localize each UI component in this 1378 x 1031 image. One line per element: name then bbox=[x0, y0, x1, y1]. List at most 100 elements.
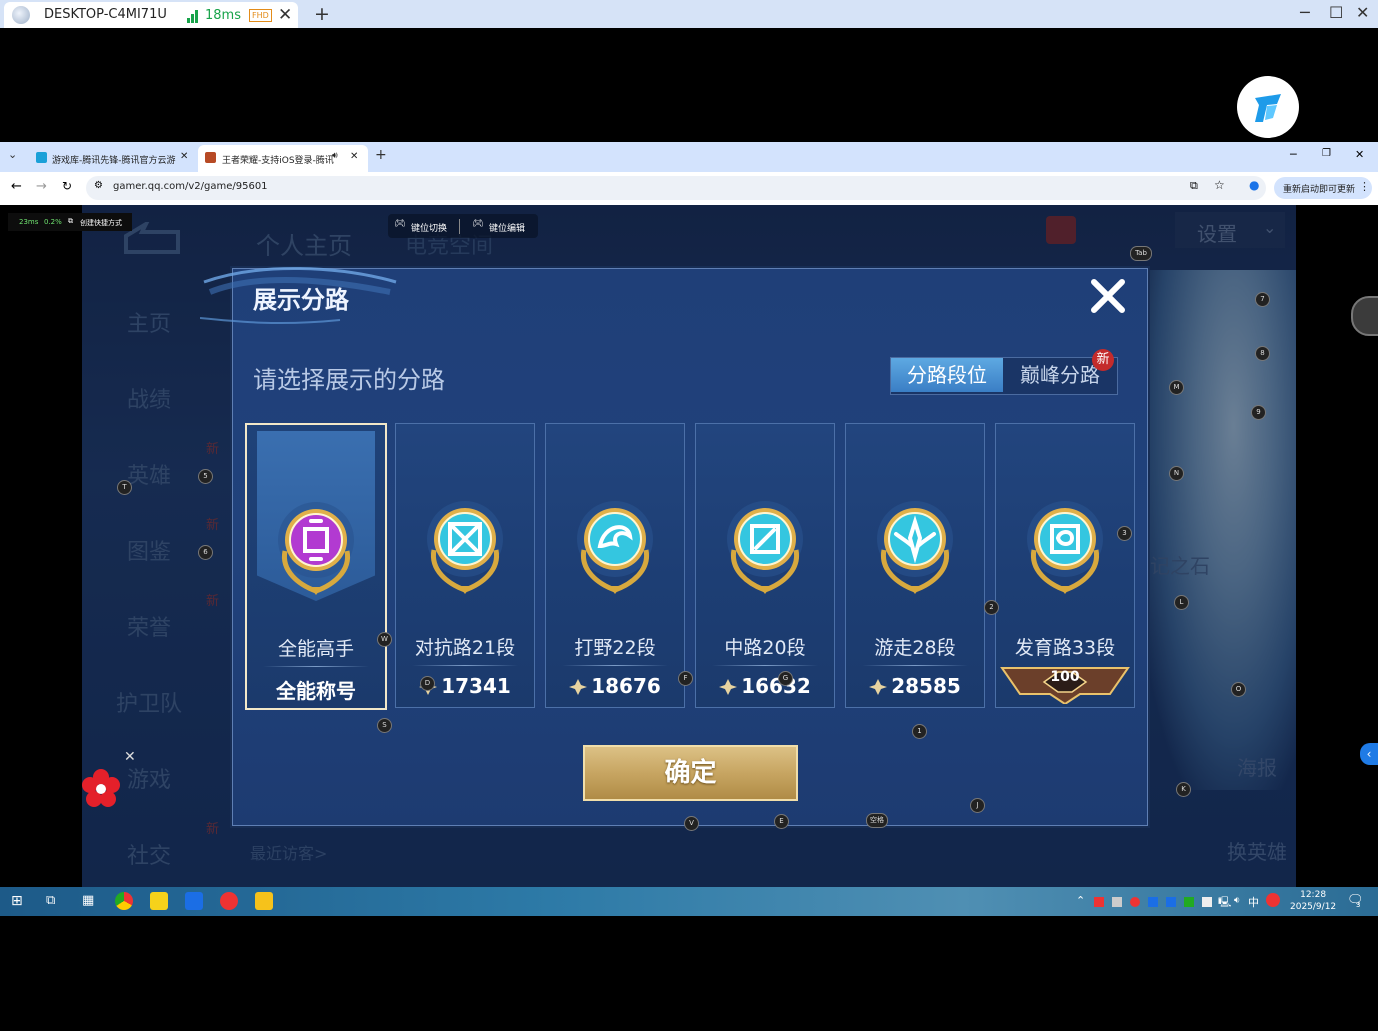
start-icon[interactable]: ⊞ bbox=[11, 893, 23, 909]
latency-label: 18ms bbox=[205, 8, 241, 23]
key-hint: L bbox=[1174, 595, 1189, 610]
keymap-edit-button[interactable]: 键位编辑 bbox=[489, 221, 525, 234]
key-hint: 1 bbox=[912, 724, 927, 739]
browser-minimize-icon[interactable]: ─ bbox=[1290, 148, 1297, 161]
key-hint: 6 bbox=[198, 545, 213, 560]
lane-score: 18676 bbox=[546, 674, 684, 698]
mid-lane-emblem-icon bbox=[727, 501, 803, 594]
close-window-icon[interactable]: ✕ bbox=[1356, 3, 1369, 22]
browser-close-icon[interactable]: ✕ bbox=[1355, 148, 1364, 161]
key-hint: S bbox=[377, 718, 392, 733]
calculator-icon[interactable]: ▦ bbox=[82, 893, 94, 908]
shortcut-icon[interactable]: ⧉ bbox=[68, 217, 73, 226]
session-icon bbox=[12, 6, 30, 24]
letterbox-bottom bbox=[0, 916, 1378, 1031]
lane-name: 打野22段 bbox=[574, 637, 656, 659]
flower-float-icon[interactable] bbox=[80, 768, 122, 810]
key-hint: M bbox=[1169, 380, 1184, 395]
lane-card[interactable]: 打野22段 18676 bbox=[545, 423, 685, 708]
site-info-icon[interactable]: ⚙ bbox=[94, 180, 103, 191]
bookmark-star-icon[interactable]: ☆ bbox=[1214, 178, 1225, 192]
divider bbox=[412, 665, 518, 666]
lane-score: 17341 bbox=[396, 674, 534, 698]
key-hint: O bbox=[1231, 682, 1246, 697]
host-name: DESKTOP-C4MI71U bbox=[44, 7, 167, 22]
app-taskbar-icon[interactable] bbox=[150, 892, 168, 910]
key-hint: K bbox=[1176, 782, 1191, 797]
tray-icons[interactable]: 🖳︎ 🔉︎ bbox=[1094, 895, 1254, 909]
tab-lane-rank[interactable]: 分路段位 bbox=[891, 358, 1003, 392]
divider bbox=[263, 666, 369, 667]
lane-score: 全能称号 bbox=[276, 679, 356, 703]
restart-update-button[interactable]: 重新启动即可更新 ⋮ bbox=[1274, 177, 1372, 199]
lane-name: 对抗路21段 bbox=[414, 637, 516, 659]
app-taskbar-icon[interactable] bbox=[255, 892, 273, 910]
sogou-icon[interactable] bbox=[1266, 893, 1280, 907]
lane-score: 16632 bbox=[696, 674, 834, 698]
keymap-switch-button[interactable]: 键位切换 bbox=[411, 221, 447, 234]
quality-badge[interactable]: FHD bbox=[249, 9, 272, 22]
more-menu-icon[interactable]: ⋮ bbox=[1359, 180, 1370, 193]
app-taskbar-icon[interactable] bbox=[220, 892, 238, 910]
speaker-icon[interactable]: 🔊︎ bbox=[332, 151, 338, 161]
packet-loss: 0.2% bbox=[44, 218, 62, 226]
lane-card[interactable]: 全能高手 全能称号 bbox=[245, 423, 387, 710]
maximize-icon[interactable]: ☐ bbox=[1329, 3, 1343, 22]
key-hint: W bbox=[377, 632, 392, 647]
lane-name: 游走28段 bbox=[874, 637, 956, 659]
new-tab-button[interactable]: + bbox=[375, 147, 387, 163]
url-text[interactable]: gamer.qq.com/v2/game/95601 bbox=[113, 181, 268, 192]
divider bbox=[562, 665, 668, 666]
power-icon bbox=[719, 679, 738, 695]
minimize-icon[interactable]: ─ bbox=[1300, 3, 1310, 22]
close-session-icon[interactable]: ✕ bbox=[278, 5, 292, 25]
perf-overlay: 23ms 0.2% ⧉ 创建快捷方式 bbox=[8, 213, 132, 231]
close-tab-icon[interactable]: ✕ bbox=[350, 151, 358, 162]
lane-card[interactable]: 中路20段 16632 bbox=[695, 423, 835, 708]
key-hint: 5 bbox=[198, 469, 213, 484]
tencent-logo-icon[interactable] bbox=[1237, 76, 1299, 138]
tab-title: 游戏库-腾讯先锋-腾讯官方云游 bbox=[52, 156, 176, 166]
profile-icon[interactable]: ● bbox=[1249, 178, 1259, 192]
jungle-emblem-icon bbox=[577, 501, 653, 594]
clock[interactable]: 12:28 2025/9/12 bbox=[1290, 889, 1336, 913]
divider bbox=[459, 219, 460, 234]
remote-session-tab[interactable]: DESKTOP-C4MI71U 18ms FHD ✕ bbox=[4, 2, 298, 28]
new-session-button[interactable]: + bbox=[314, 3, 330, 25]
lane-card[interactable]: 发育路33段 100 bbox=[995, 423, 1135, 708]
key-hint: N bbox=[1169, 466, 1184, 481]
reload-icon[interactable]: ↻ bbox=[62, 179, 72, 193]
tray-expand-icon[interactable]: ⌃ bbox=[1076, 894, 1085, 907]
letterbox-left bbox=[0, 205, 82, 887]
cast-icon[interactable]: ⧉ bbox=[1190, 179, 1198, 193]
close-tab-icon[interactable]: ✕ bbox=[180, 151, 188, 162]
task-view-icon[interactable]: ⧉ bbox=[46, 893, 55, 908]
lane-score: 100 bbox=[1050, 669, 1080, 685]
fps-ms: 23ms bbox=[19, 218, 39, 226]
dialog-title: 展示分路 bbox=[253, 286, 349, 314]
ime-indicator[interactable]: 中 bbox=[1248, 894, 1259, 910]
confirm-button[interactable]: 确定 bbox=[583, 745, 798, 801]
float-menu-handle[interactable] bbox=[1351, 296, 1378, 336]
lane-card[interactable]: 游走28段 28585 bbox=[845, 423, 985, 708]
key-hint: 3 bbox=[1117, 526, 1132, 541]
dialog-subtitle: 请选择展示的分路 bbox=[253, 366, 445, 394]
back-icon[interactable]: ← bbox=[11, 179, 22, 194]
lane-card[interactable]: 对抗路21段 17341 bbox=[395, 423, 535, 708]
browser-restore-icon[interactable]: ❐ bbox=[1322, 148, 1331, 159]
clock-time: 12:28 bbox=[1300, 890, 1327, 900]
chrome-taskbar-icon[interactable] bbox=[115, 892, 133, 910]
shortcut-label[interactable]: 创建快捷方式 bbox=[80, 218, 122, 228]
tab-search-icon[interactable]: ⌄ bbox=[8, 148, 17, 161]
clash-lane-emblem-icon bbox=[427, 501, 503, 594]
restart-label: 重新启动即可更新 bbox=[1283, 185, 1356, 195]
browser-tab-1[interactable]: 游戏库-腾讯先锋-腾讯官方云游 ✕ bbox=[30, 145, 192, 172]
close-float-icon[interactable]: ✕ bbox=[124, 749, 136, 765]
browser-tab-2[interactable]: 王者荣耀-支持iOS登录-腾讯 🔊︎ ✕ bbox=[198, 145, 368, 172]
forward-icon[interactable]: → bbox=[36, 179, 47, 194]
chevron-left-icon[interactable]: ‹ bbox=[1360, 743, 1378, 765]
browser-tabstrip: ⌄ 游戏库-腾讯先锋-腾讯官方云游 ✕ 王者荣耀-支持iOS登录-腾讯 🔊︎ ✕… bbox=[0, 142, 1378, 172]
all-round-emblem-icon bbox=[278, 502, 354, 595]
close-icon[interactable] bbox=[1088, 276, 1128, 316]
app-taskbar-icon[interactable] bbox=[185, 892, 203, 910]
